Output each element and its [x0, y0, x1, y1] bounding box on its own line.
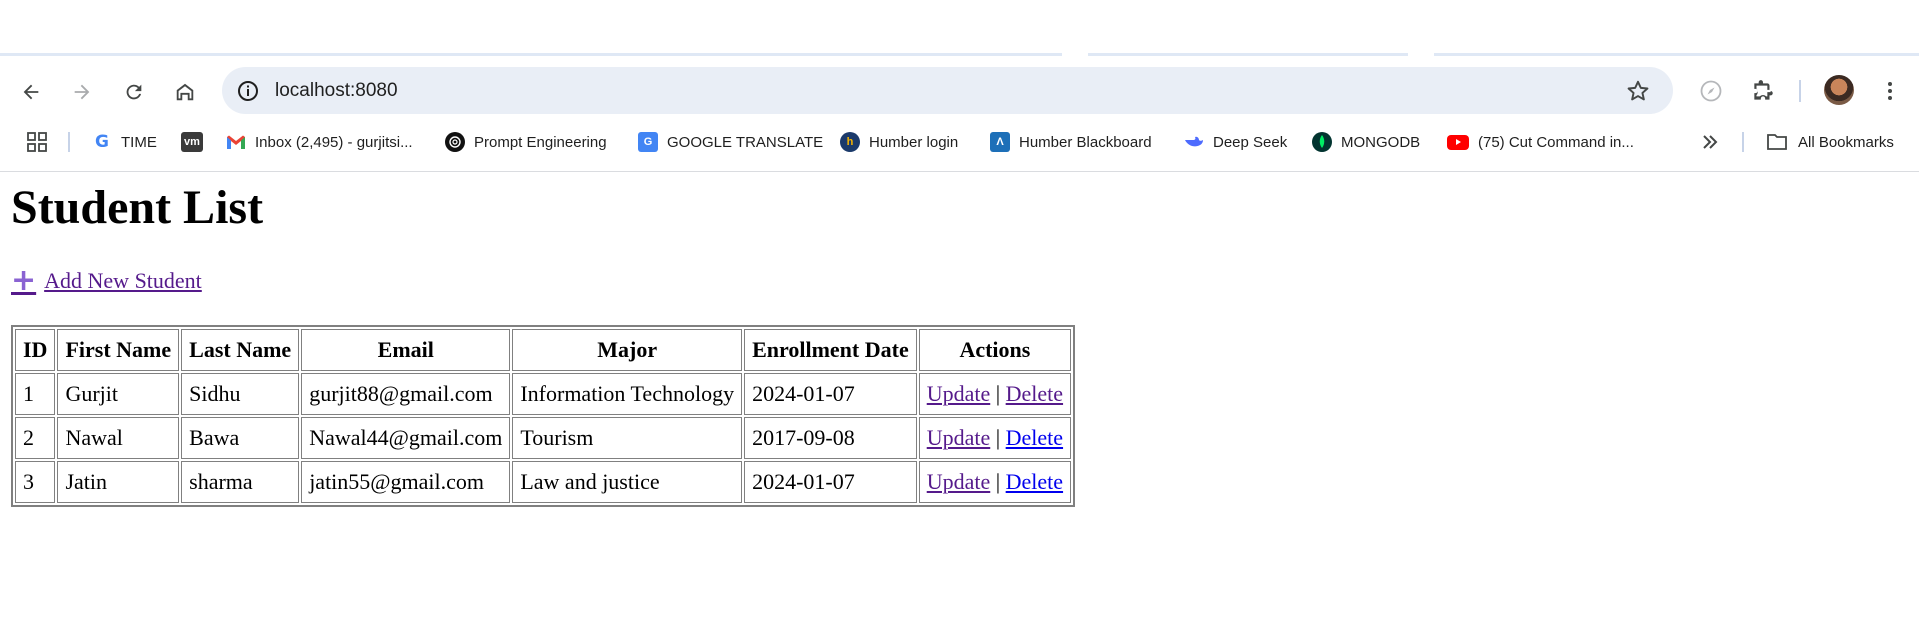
cell-email: gurjit88@gmail.com	[301, 373, 511, 415]
table-row: 3 Jatin sharma jatin55@gmail.com Law and…	[15, 461, 1072, 503]
cell-actions: Update | Delete	[918, 461, 1072, 503]
page-content: Student List + Add New Student ID First …	[0, 172, 1919, 635]
forward-button[interactable]	[64, 74, 100, 110]
add-new-student-link[interactable]: + Add New Student	[11, 263, 202, 298]
kebab-menu-icon	[1888, 82, 1892, 100]
bookmark-prompt-engineering[interactable]: Prompt Engineering	[445, 130, 607, 154]
delete-link[interactable]: Delete	[1006, 425, 1063, 450]
home-icon	[176, 83, 194, 101]
table-row: 1 Gurjit Sidhu gurjit88@gmail.com Inform…	[15, 373, 1072, 415]
bookmark-humber-blackboard[interactable]: Λ Humber Blackboard	[990, 130, 1152, 154]
cell-major: Tourism	[512, 417, 743, 459]
bookmark-google-translate[interactable]: G GOOGLE TRANSLATE	[638, 130, 823, 154]
cell-last-name: Sidhu	[181, 373, 300, 415]
bookmark-mongodb[interactable]: MONGODB	[1312, 130, 1420, 154]
cell-actions: Update | Delete	[918, 373, 1072, 415]
arrow-right-icon	[74, 84, 90, 100]
address-bar[interactable]: localhost:8080	[222, 67, 1673, 114]
bookmark-youtube[interactable]: (75) Cut Command in...	[1447, 130, 1634, 154]
google-translate-icon: G	[638, 132, 658, 152]
bookmark-deep-seek[interactable]: Deep Seek	[1184, 130, 1287, 154]
cell-actions: Update | Delete	[918, 417, 1072, 459]
cell-email: jatin55@gmail.com	[301, 461, 511, 503]
bookmark-humber-login[interactable]: h Humber login	[840, 130, 958, 154]
column-header: Email	[301, 329, 511, 371]
cell-enrollment-date: 2024-01-07	[744, 461, 917, 503]
profile-avatar[interactable]	[1824, 75, 1854, 105]
update-link[interactable]: Update	[927, 425, 991, 450]
action-separator: |	[995, 425, 1001, 450]
reload-icon	[126, 84, 142, 100]
double-chevron-right-icon	[1703, 135, 1718, 149]
cell-first-name: Nawal	[57, 417, 180, 459]
apps-grid-icon	[27, 132, 47, 152]
compass-icon	[1700, 80, 1722, 102]
cell-last-name: sharma	[181, 461, 300, 503]
bookmark-time[interactable]: G TIME	[92, 130, 157, 154]
blackboard-icon: Λ	[990, 132, 1010, 152]
more-bookmarks-button[interactable]	[1700, 130, 1720, 154]
delete-link[interactable]: Delete	[1006, 381, 1063, 406]
action-separator: |	[995, 469, 1001, 494]
column-header: Enrollment Date	[744, 329, 917, 371]
bookmark-vm[interactable]: vm	[181, 130, 203, 154]
extension-button-compass[interactable]	[1696, 76, 1726, 106]
humber-icon: h	[840, 132, 860, 152]
cell-last-name: Bawa	[181, 417, 300, 459]
cell-enrollment-date: 2024-01-07	[744, 373, 917, 415]
google-icon: G	[92, 132, 112, 152]
tab-strip	[0, 0, 1919, 56]
cell-major: Law and justice	[512, 461, 743, 503]
home-button[interactable]	[167, 74, 203, 110]
update-link[interactable]: Update	[927, 381, 991, 406]
plus-icon: +	[11, 263, 37, 298]
column-header: Actions	[918, 329, 1072, 371]
cell-email: Nawal44@gmail.com	[301, 417, 511, 459]
column-header: Last Name	[181, 329, 300, 371]
cell-id: 2	[15, 417, 56, 459]
tab-strip-border	[0, 53, 1919, 56]
mongodb-icon	[1312, 132, 1332, 152]
folder-icon	[1767, 134, 1787, 150]
reload-button[interactable]	[116, 74, 152, 110]
cell-first-name: Jatin	[57, 461, 180, 503]
cell-major: Information Technology	[512, 373, 743, 415]
vm-icon: vm	[181, 132, 203, 152]
url-text[interactable]: localhost:8080	[275, 79, 398, 103]
cell-enrollment-date: 2017-09-08	[744, 417, 917, 459]
column-header: Major	[512, 329, 743, 371]
students-table: ID First Name Last Name Email Major Enro…	[11, 325, 1076, 507]
action-separator: |	[995, 381, 1001, 406]
delete-link[interactable]: Delete	[1006, 469, 1063, 494]
cell-id: 1	[15, 373, 56, 415]
column-header: First Name	[57, 329, 180, 371]
update-link[interactable]: Update	[927, 469, 991, 494]
openai-icon	[445, 132, 465, 152]
arrow-left-icon	[23, 84, 39, 100]
site-info-icon[interactable]	[236, 79, 260, 103]
extensions-button[interactable]	[1748, 76, 1778, 106]
table-row: 2 Nawal Bawa Nawal44@gmail.com Tourism 2…	[15, 417, 1072, 459]
deepseek-icon	[1184, 132, 1204, 152]
table-header-row: ID First Name Last Name Email Major Enro…	[15, 329, 1072, 371]
column-header: ID	[15, 329, 56, 371]
youtube-icon	[1447, 134, 1469, 150]
cell-first-name: Gurjit	[57, 373, 180, 415]
back-button[interactable]	[13, 74, 49, 110]
cell-id: 3	[15, 461, 56, 503]
apps-button[interactable]	[26, 130, 48, 154]
page-title: Student List	[11, 181, 264, 234]
menu-button[interactable]	[1875, 76, 1905, 106]
bookmark-gmail[interactable]: Inbox (2,495) - gurjitsi...	[226, 130, 413, 154]
gmail-icon	[226, 132, 246, 152]
bookmark-star-icon[interactable]	[1625, 78, 1651, 104]
all-bookmarks-button[interactable]: All Bookmarks	[1766, 130, 1894, 154]
puzzle-icon	[1754, 80, 1773, 100]
